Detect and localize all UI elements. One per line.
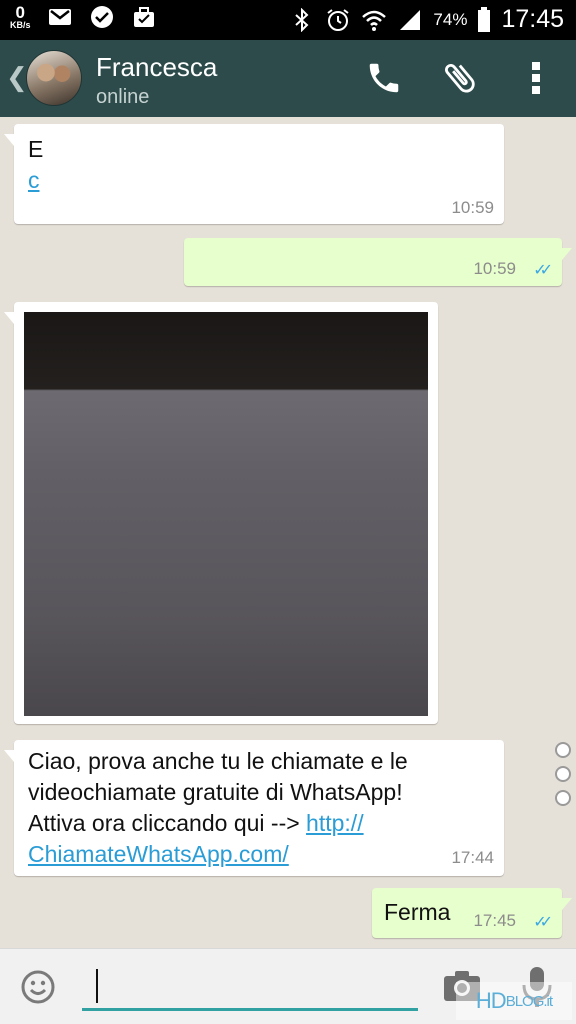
message-incoming-image[interactable] [4,302,438,724]
message-input[interactable] [82,963,418,1011]
speed-unit: KB/s [10,20,31,30]
briefcase-icon [131,4,157,30]
phone-icon[interactable] [362,56,406,100]
message-incoming[interactable]: Ciao, prova anche tu le chiamate e le vi… [4,740,504,876]
overflow-menu-icon[interactable] [514,56,558,100]
contact-status: online [96,86,150,108]
message-time: 17:45 [473,911,516,930]
network-speed: 0 KB/s [10,4,31,30]
watermark-tld: .it [543,992,553,1010]
chat-header: ❮ Francesca online [0,40,576,117]
status-bar: 0 KB/s 74% 17:45 [0,0,576,40]
back-chevron-icon[interactable]: ❮ [6,62,28,93]
scroll-dot [555,790,571,806]
text-caret [96,969,98,1003]
alarm-icon [325,7,351,33]
shared-photo[interactable] [24,312,428,716]
emoji-icon[interactable] [20,969,56,1005]
watermark-logo: HD BLOG .it [456,982,572,1020]
message-link[interactable]: c [28,167,40,193]
message-time: 10:59 [473,259,516,278]
message-outgoing[interactable]: 10:59 ✓✓ [184,238,572,286]
message-link[interactable]: ChiamateWhatsApp.com/ [28,841,289,867]
watermark-blog: BLOG [505,992,545,1010]
message-incoming[interactable]: E c 10:59 [4,124,504,224]
bluetooth-icon [289,7,315,33]
watermark-hd: HD [475,988,507,1013]
wifi-icon [361,7,387,33]
message-line: Ciao, prova anche tu le chiamate e le [28,748,408,774]
message-text: E [28,136,44,162]
read-ticks-icon: ✓✓ [533,914,553,931]
message-text: Ferma [384,899,451,925]
message-outgoing[interactable]: Ferma 17:45 ✓✓ [372,888,572,938]
avatar[interactable] [26,50,82,106]
contact-name[interactable]: Francesca [96,52,217,83]
battery-percent: 74% [433,9,468,29]
scroll-dot [555,766,571,782]
message-line: Attiva ora cliccando qui --> [28,810,300,836]
signal-icon [397,7,423,33]
paperclip-icon[interactable] [438,56,482,100]
message-line: videochiamate gratuite di WhatsApp! [28,779,403,805]
scroll-indicator[interactable] [555,742,571,806]
message-time: 10:59 [451,198,494,217]
clock: 17:45 [501,5,564,33]
message-link[interactable]: http:// [306,810,364,836]
battery-icon [477,6,491,33]
read-ticks-icon: ✓✓ [533,262,553,279]
scroll-dot [555,742,571,758]
check-circle-icon [89,4,115,30]
gmail-icon [47,4,73,30]
speed-value: 0 [15,3,25,22]
message-time: 17:44 [451,848,494,867]
